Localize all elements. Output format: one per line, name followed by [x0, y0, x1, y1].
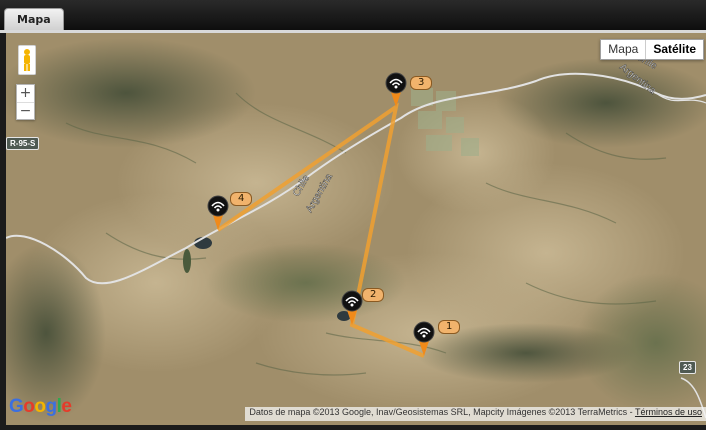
terms-of-use-link[interactable]: Términos de uso — [635, 407, 702, 417]
marker-label: 3 — [410, 76, 433, 90]
satellite-imagery: Chile Argentina Chile Argentina — [6, 33, 706, 425]
attribution-separator: - — [627, 407, 635, 417]
map-attribution: Datos de mapa ©2013 Google, Inav/Geosist… — [245, 407, 706, 421]
map-type-control: Mapa Satélite — [600, 39, 704, 60]
zoom-control: + − — [16, 84, 35, 120]
marker-label: 2 — [362, 288, 385, 302]
wifi-marker-icon[interactable] — [207, 194, 229, 230]
wifi-marker-icon[interactable] — [413, 320, 435, 356]
road-shield-r95s: R-95-S — [6, 137, 40, 150]
google-logo: Google — [9, 396, 72, 417]
map-type-satellite-button[interactable]: Satélite — [645, 40, 703, 59]
road-shield-23: 23 — [679, 361, 696, 374]
zoom-in-button[interactable]: + — [17, 85, 34, 102]
attribution-text: Datos de mapa ©2013 Google, Inav/Geosist… — [249, 407, 628, 417]
zoom-out-button[interactable]: − — [17, 102, 34, 120]
wifi-marker-icon[interactable] — [341, 289, 363, 325]
marker-label: 1 — [438, 320, 461, 334]
map-type-mapa-button[interactable]: Mapa — [601, 40, 645, 59]
wifi-marker-icon[interactable] — [385, 71, 407, 107]
marker-label: 4 — [230, 192, 253, 206]
tab-mapa[interactable]: Mapa — [4, 8, 64, 31]
tab-bar: Mapa — [0, 0, 706, 31]
map-canvas[interactable]: Chile Argentina Chile Argentina + − Mapa… — [6, 33, 706, 425]
pegman-icon[interactable] — [18, 45, 36, 75]
